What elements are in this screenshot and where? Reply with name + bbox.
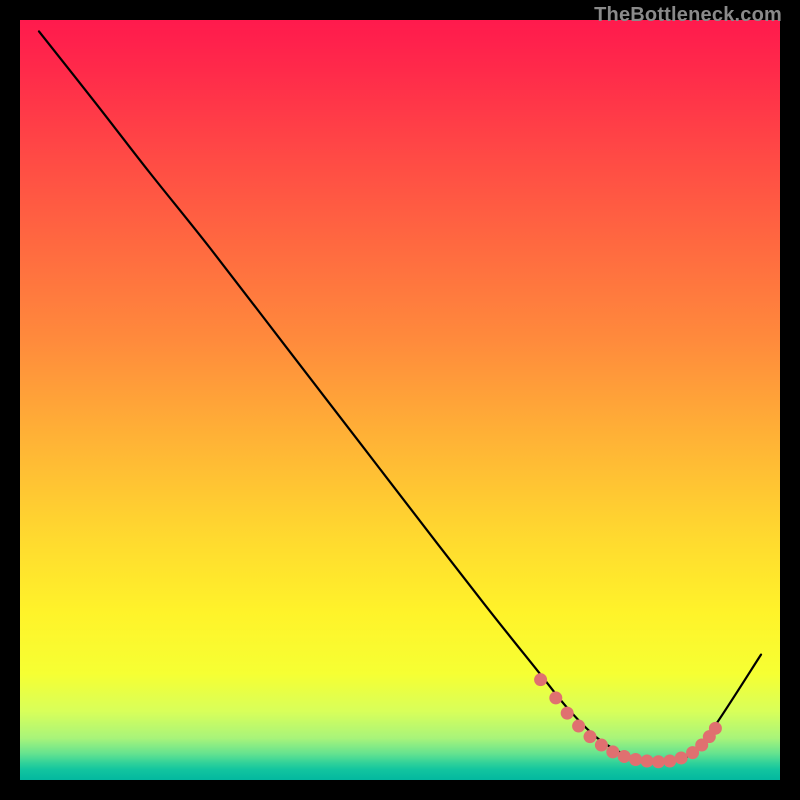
watermark-text: TheBottleneck.com bbox=[594, 4, 782, 27]
chart-svg bbox=[0, 0, 800, 800]
highlight-dot bbox=[629, 753, 642, 766]
highlight-dot bbox=[675, 751, 688, 764]
highlight-dot bbox=[561, 707, 574, 720]
highlight-dot bbox=[618, 750, 631, 763]
highlight-dot bbox=[663, 755, 676, 768]
highlight-dot bbox=[709, 722, 722, 735]
highlight-dot bbox=[534, 673, 547, 686]
highlight-dot bbox=[606, 745, 619, 758]
highlight-dot bbox=[549, 691, 562, 704]
highlight-dot bbox=[652, 755, 665, 768]
highlight-dot bbox=[572, 720, 585, 733]
plot-background bbox=[20, 20, 780, 780]
highlight-dot bbox=[584, 730, 597, 743]
highlight-dot bbox=[595, 739, 608, 752]
highlight-dot bbox=[641, 755, 654, 768]
chart-stage: TheBottleneck.com bbox=[0, 0, 800, 800]
